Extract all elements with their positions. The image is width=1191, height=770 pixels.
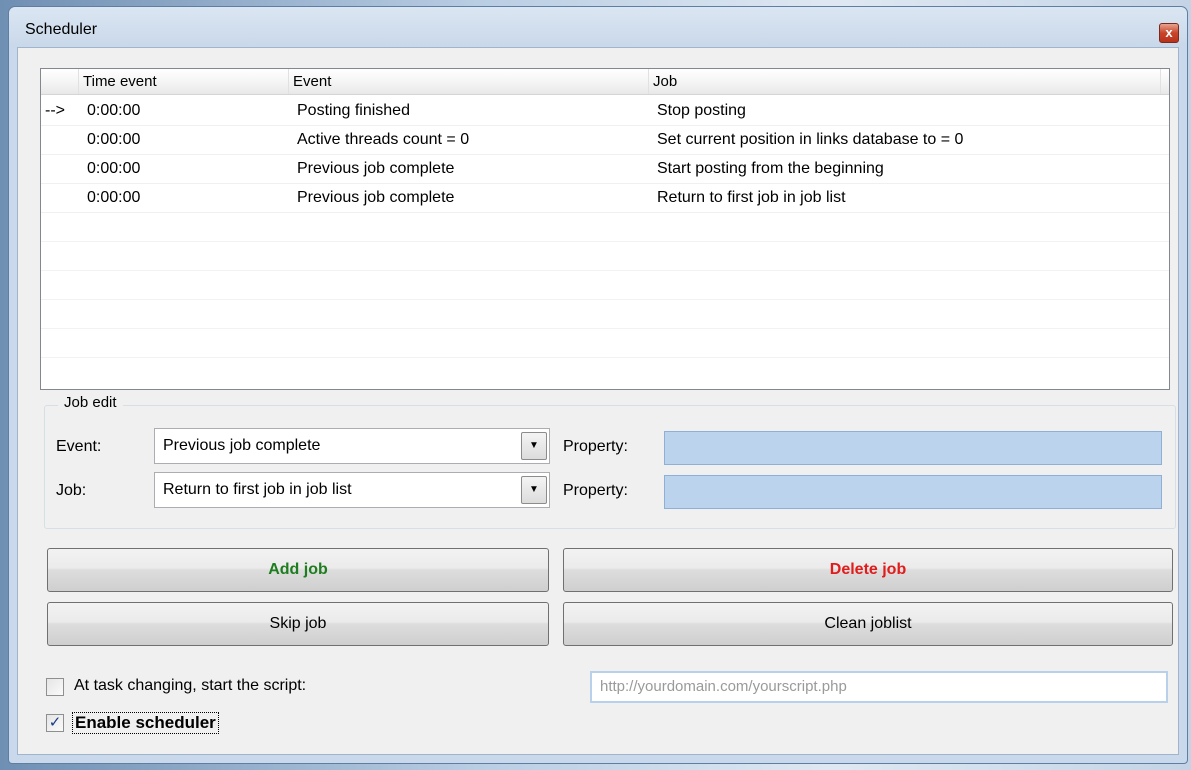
job-list[interactable]: Time event Event Job --> 0:00:00 Posting… xyxy=(40,68,1170,390)
empty-row xyxy=(41,241,1169,271)
chevron-down-icon[interactable]: ▼ xyxy=(521,432,547,460)
job-label: Job: xyxy=(56,482,87,499)
row-time: 0:00:00 xyxy=(87,131,141,148)
close-button[interactable]: x xyxy=(1159,23,1179,43)
start-script-checkbox[interactable] xyxy=(46,678,64,696)
scheduler-window: Scheduler x Time event Event Job --> 0:0… xyxy=(8,6,1188,764)
empty-row xyxy=(41,270,1169,300)
job-edit-group xyxy=(44,405,1176,529)
job-select-value: Return to first job in job list xyxy=(163,481,352,498)
column-header-event[interactable]: Event xyxy=(289,69,649,94)
script-url-input[interactable]: http://yourdomain.com/yourscript.php xyxy=(590,671,1168,703)
job-edit-title: Job edit xyxy=(58,394,123,411)
empty-row xyxy=(41,212,1169,242)
empty-row xyxy=(41,328,1169,358)
column-header-marker[interactable] xyxy=(41,69,79,94)
chevron-down-icon[interactable]: ▼ xyxy=(521,476,547,504)
column-header-time[interactable]: Time event xyxy=(79,69,289,94)
client-area: Time event Event Job --> 0:00:00 Posting… xyxy=(17,47,1179,755)
title-bar[interactable]: Scheduler x xyxy=(9,7,1187,47)
row-event: Previous job complete xyxy=(297,160,455,177)
event-property-label: Property: xyxy=(563,438,628,455)
row-job: Set current position in links database t… xyxy=(657,131,964,148)
enable-scheduler-label[interactable]: Enable scheduler xyxy=(72,712,219,734)
row-time: 0:00:00 xyxy=(87,160,141,177)
skip-job-button[interactable]: Skip job xyxy=(47,602,549,646)
window-title: Scheduler xyxy=(25,21,98,38)
clean-joblist-button[interactable]: Clean joblist xyxy=(563,602,1173,646)
start-script-label[interactable]: At task changing, start the script: xyxy=(74,677,306,695)
row-marker: --> xyxy=(45,102,65,119)
job-property-input[interactable] xyxy=(664,475,1162,509)
event-select-value: Previous job complete xyxy=(163,437,321,454)
enable-scheduler-checkbox[interactable]: ✓ xyxy=(46,714,64,732)
row-event: Previous job complete xyxy=(297,189,455,206)
add-job-button[interactable]: Add job xyxy=(47,548,549,592)
check-icon: ✓ xyxy=(48,714,62,731)
table-row[interactable]: 0:00:00 Active threads count = 0 Set cur… xyxy=(41,125,1169,155)
row-job: Return to first job in job list xyxy=(657,189,846,206)
event-label: Event: xyxy=(56,438,102,455)
job-select[interactable]: Return to first job in job list ▼ xyxy=(154,472,550,508)
job-property-label: Property: xyxy=(563,482,628,499)
list-header: Time event Event Job xyxy=(41,69,1169,95)
close-icon: x xyxy=(1165,25,1173,40)
event-select[interactable]: Previous job complete ▼ xyxy=(154,428,550,464)
row-event: Posting finished xyxy=(297,102,410,119)
table-row[interactable]: 0:00:00 Previous job complete Start post… xyxy=(41,154,1169,184)
column-header-job[interactable]: Job xyxy=(649,69,1161,94)
delete-job-button[interactable]: Delete job xyxy=(563,548,1173,592)
table-row[interactable]: 0:00:00 Previous job complete Return to … xyxy=(41,183,1169,213)
table-row[interactable]: --> 0:00:00 Posting finished Stop postin… xyxy=(41,96,1169,126)
row-event: Active threads count = 0 xyxy=(297,131,470,148)
row-time: 0:00:00 xyxy=(87,189,141,206)
row-job: Start posting from the beginning xyxy=(657,160,884,177)
row-job: Stop posting xyxy=(657,102,746,119)
event-property-input[interactable] xyxy=(664,431,1162,465)
empty-row xyxy=(41,299,1169,329)
row-time: 0:00:00 xyxy=(87,102,141,119)
